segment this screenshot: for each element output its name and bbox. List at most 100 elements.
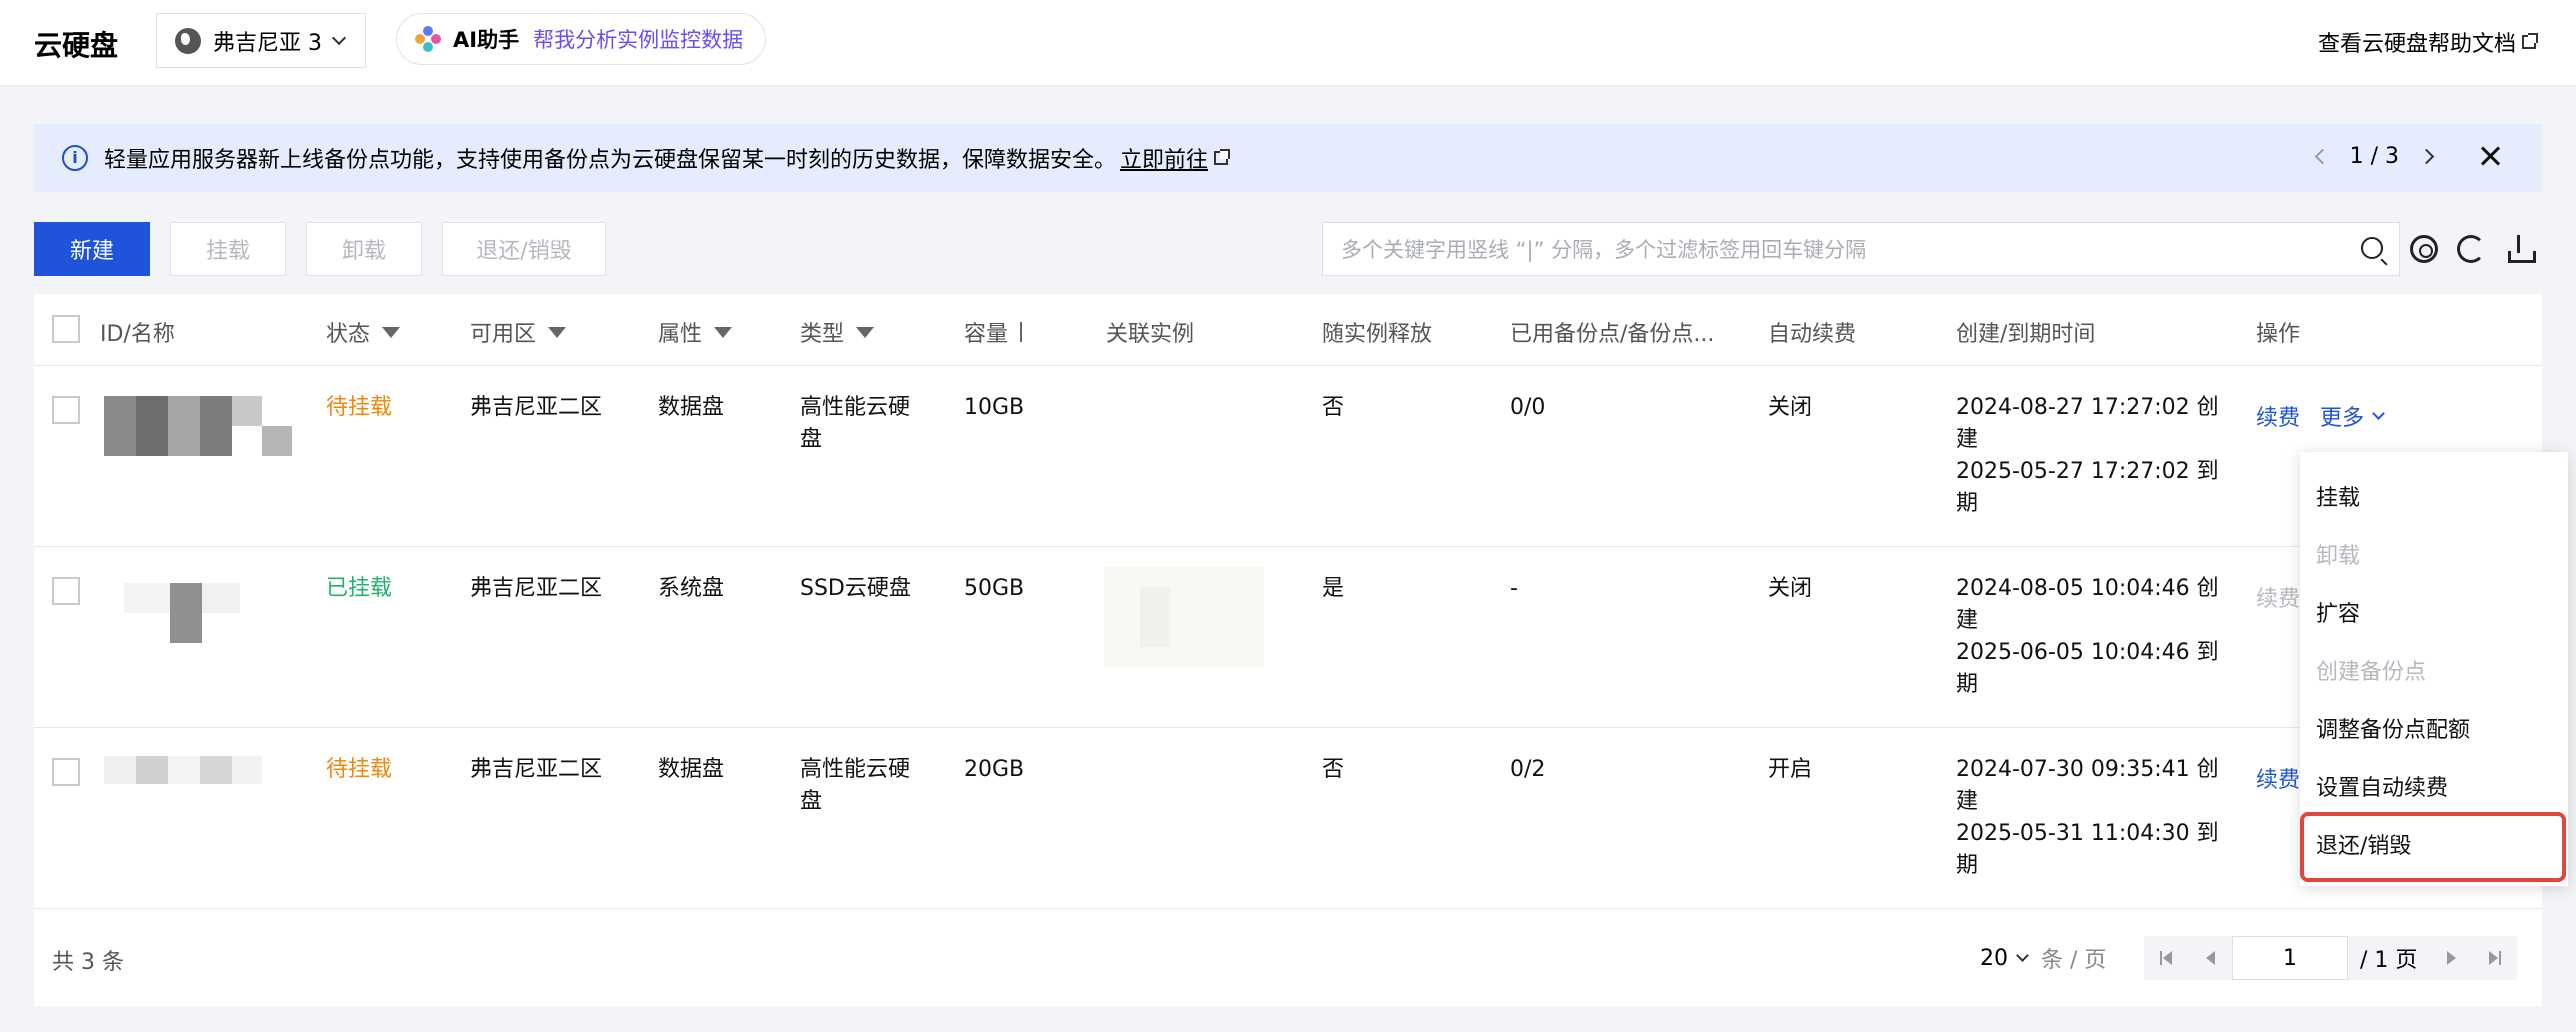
renew-cell: 开启 <box>1768 757 1813 782</box>
close-icon[interactable] <box>2478 144 2502 168</box>
filter-icon[interactable] <box>856 326 875 338</box>
refund-button[interactable]: 退还/销毁 <box>442 222 606 276</box>
mount-button[interactable]: 挂载 <box>170 222 286 276</box>
search-input[interactable]: 多个关键字用竖线 “|” 分隔，多个过滤标签用回车键分隔 <box>1322 222 2400 276</box>
col-zone: 可用区 <box>470 316 567 348</box>
table-footer: 共 3 条 20 条 / 页 1 / 1 页 <box>34 906 2542 1006</box>
status-badge: 已挂载 <box>326 576 393 601</box>
renew-link[interactable]: 续费 <box>2256 762 2300 794</box>
col-instance: 关联实例 <box>1106 316 1194 348</box>
pagination: 1 / 1 页 <box>2144 936 2518 980</box>
renew-cell: 关闭 <box>1768 576 1813 601</box>
ai-prompt-link[interactable]: 帮我分析实例监控数据 <box>533 24 743 54</box>
menu-item-create-backup[interactable]: 创建备份点 <box>2316 654 2426 686</box>
type-cell: 高性能云硬盘 <box>800 392 910 456</box>
menu-item-adjust-backup-quota[interactable]: 调整备份点配额 <box>2316 712 2470 744</box>
new-button[interactable]: 新建 <box>34 222 150 276</box>
gear-icon[interactable] <box>2410 235 2438 263</box>
page-size-select[interactable]: 20 条 / 页 <box>1980 942 2106 974</box>
capacity-cell: 20GB <box>964 757 1025 782</box>
time-line: 期 <box>1956 853 1979 878</box>
chevron-right-icon[interactable] <box>2418 148 2435 165</box>
first-page-arrow-icon <box>2163 951 2172 965</box>
notice-link[interactable]: 立即前往 <box>1120 142 1208 174</box>
col-instance-label: 关联实例 <box>1106 322 1195 347</box>
region-select[interactable]: 弗吉尼亚 3 <box>156 13 366 68</box>
chevron-down-icon <box>331 30 347 45</box>
chevron-left-icon[interactable] <box>2314 148 2330 165</box>
capacity-cell: 50GB <box>964 576 1025 601</box>
chevron-down-icon <box>2372 406 2385 420</box>
ai-logo-icon <box>415 26 441 52</box>
table-header: ID/名称 状态 可用区 属性 类型 容量 关联实例 随实例释放 已用备份点/备… <box>34 294 2542 366</box>
chevron-down-icon <box>2016 948 2029 962</box>
total-count: 共 3 条 <box>52 950 124 975</box>
sort-icon[interactable] <box>1020 322 1023 342</box>
col-type: 类型 <box>800 316 875 348</box>
globe-icon <box>175 27 201 54</box>
renew-cell: 关闭 <box>1768 395 1813 420</box>
time-line: 建 <box>1956 789 1979 814</box>
help-doc-link[interactable]: 查看云硬盘帮助文档 <box>2318 26 2538 58</box>
type-line: SSD云硬盘 <box>800 576 911 601</box>
col-status: 状态 <box>326 316 401 348</box>
status-badge: 待挂载 <box>326 757 393 782</box>
backup-cell: 0/0 <box>1510 395 1546 420</box>
col-capacity-label: 容量 <box>964 322 1009 347</box>
col-zone-label: 可用区 <box>470 322 537 347</box>
row-checkbox[interactable] <box>52 396 80 424</box>
renew-link[interactable]: 续费 <box>2256 581 2300 613</box>
table-row: 待挂载 弗吉尼亚二区 数据盘 高性能云硬盘 10GB 否 0/0 关闭 2024… <box>34 366 2542 547</box>
ops-cell: 续费 <box>2256 762 2300 794</box>
time-line: 建 <box>1956 608 1979 633</box>
first-page-button[interactable] <box>2144 936 2188 980</box>
renew-link[interactable]: 续费 <box>2256 400 2300 432</box>
col-release: 随实例释放 <box>1322 316 1432 348</box>
row-checkbox[interactable] <box>52 758 80 786</box>
type-cell: 高性能云硬盘 <box>800 754 910 818</box>
col-renew: 自动续费 <box>1768 316 1856 348</box>
filter-icon[interactable] <box>548 326 567 338</box>
menu-item-expand[interactable]: 扩容 <box>2316 596 2360 628</box>
backup-cell: - <box>1510 576 1518 601</box>
search-icon[interactable] <box>2361 237 2383 259</box>
refresh-icon[interactable] <box>2457 235 2485 263</box>
next-page-icon <box>2446 951 2456 965</box>
page-total: / 1 页 <box>2348 936 2430 980</box>
last-page-button[interactable] <box>2473 936 2518 980</box>
select-all-checkbox[interactable] <box>52 315 80 343</box>
filter-icon[interactable] <box>714 326 733 338</box>
time-cell: 2024-08-27 17:27:02 创 建 2025-05-27 17:27… <box>1956 392 2219 520</box>
search-placeholder: 多个关键字用竖线 “|” 分隔，多个过滤标签用回车键分隔 <box>1341 238 1867 262</box>
download-icon[interactable] <box>2505 235 2536 263</box>
col-capacity: 容量 <box>964 316 1023 348</box>
attr-cell: 数据盘 <box>658 757 725 782</box>
ai-assistant-name: AI助手 <box>453 28 520 52</box>
menu-item-unmount[interactable]: 卸载 <box>2316 538 2360 570</box>
page-number-input[interactable]: 1 <box>2232 936 2348 980</box>
ops-cell: 续费 <box>2256 581 2300 613</box>
disk-table: ID/名称 状态 可用区 属性 类型 容量 关联实例 随实例释放 已用备份点/备… <box>34 294 2542 1006</box>
menu-item-auto-renew[interactable]: 设置自动续费 <box>2316 770 2448 802</box>
last-page-icon <box>2499 951 2502 965</box>
menu-item-mount[interactable]: 挂载 <box>2316 480 2360 512</box>
time-line: 2024-08-27 17:27:02 创 <box>1956 395 2219 420</box>
highlight-box <box>2300 812 2566 882</box>
ops-cell: 续费 更多 <box>2256 400 2385 432</box>
row-checkbox[interactable] <box>52 577 80 605</box>
ai-assistant-button[interactable]: AI助手 帮我分析实例监控数据 <box>396 13 766 65</box>
next-page-button[interactable] <box>2429 936 2474 980</box>
type-cell: SSD云硬盘 <box>800 573 911 605</box>
filter-icon[interactable] <box>382 326 401 338</box>
unmount-button[interactable]: 卸载 <box>306 222 422 276</box>
type-line: 高性能云硬 <box>800 757 911 782</box>
first-page-icon <box>2160 951 2162 965</box>
col-time-label: 创建/到期时间 <box>1956 322 2096 347</box>
table-row: 已挂载 弗吉尼亚二区 系统盘 SSD云硬盘 50GB 是 - 关闭 2024-0… <box>34 547 2542 728</box>
prev-page-button[interactable] <box>2188 936 2232 980</box>
col-id: ID/名称 <box>100 316 175 348</box>
region-label: 弗吉尼亚 3 <box>213 30 322 56</box>
more-link[interactable]: 更多 <box>2320 400 2364 432</box>
zone-cell: 弗吉尼亚二区 <box>470 395 603 420</box>
col-ops: 操作 <box>2256 316 2300 348</box>
